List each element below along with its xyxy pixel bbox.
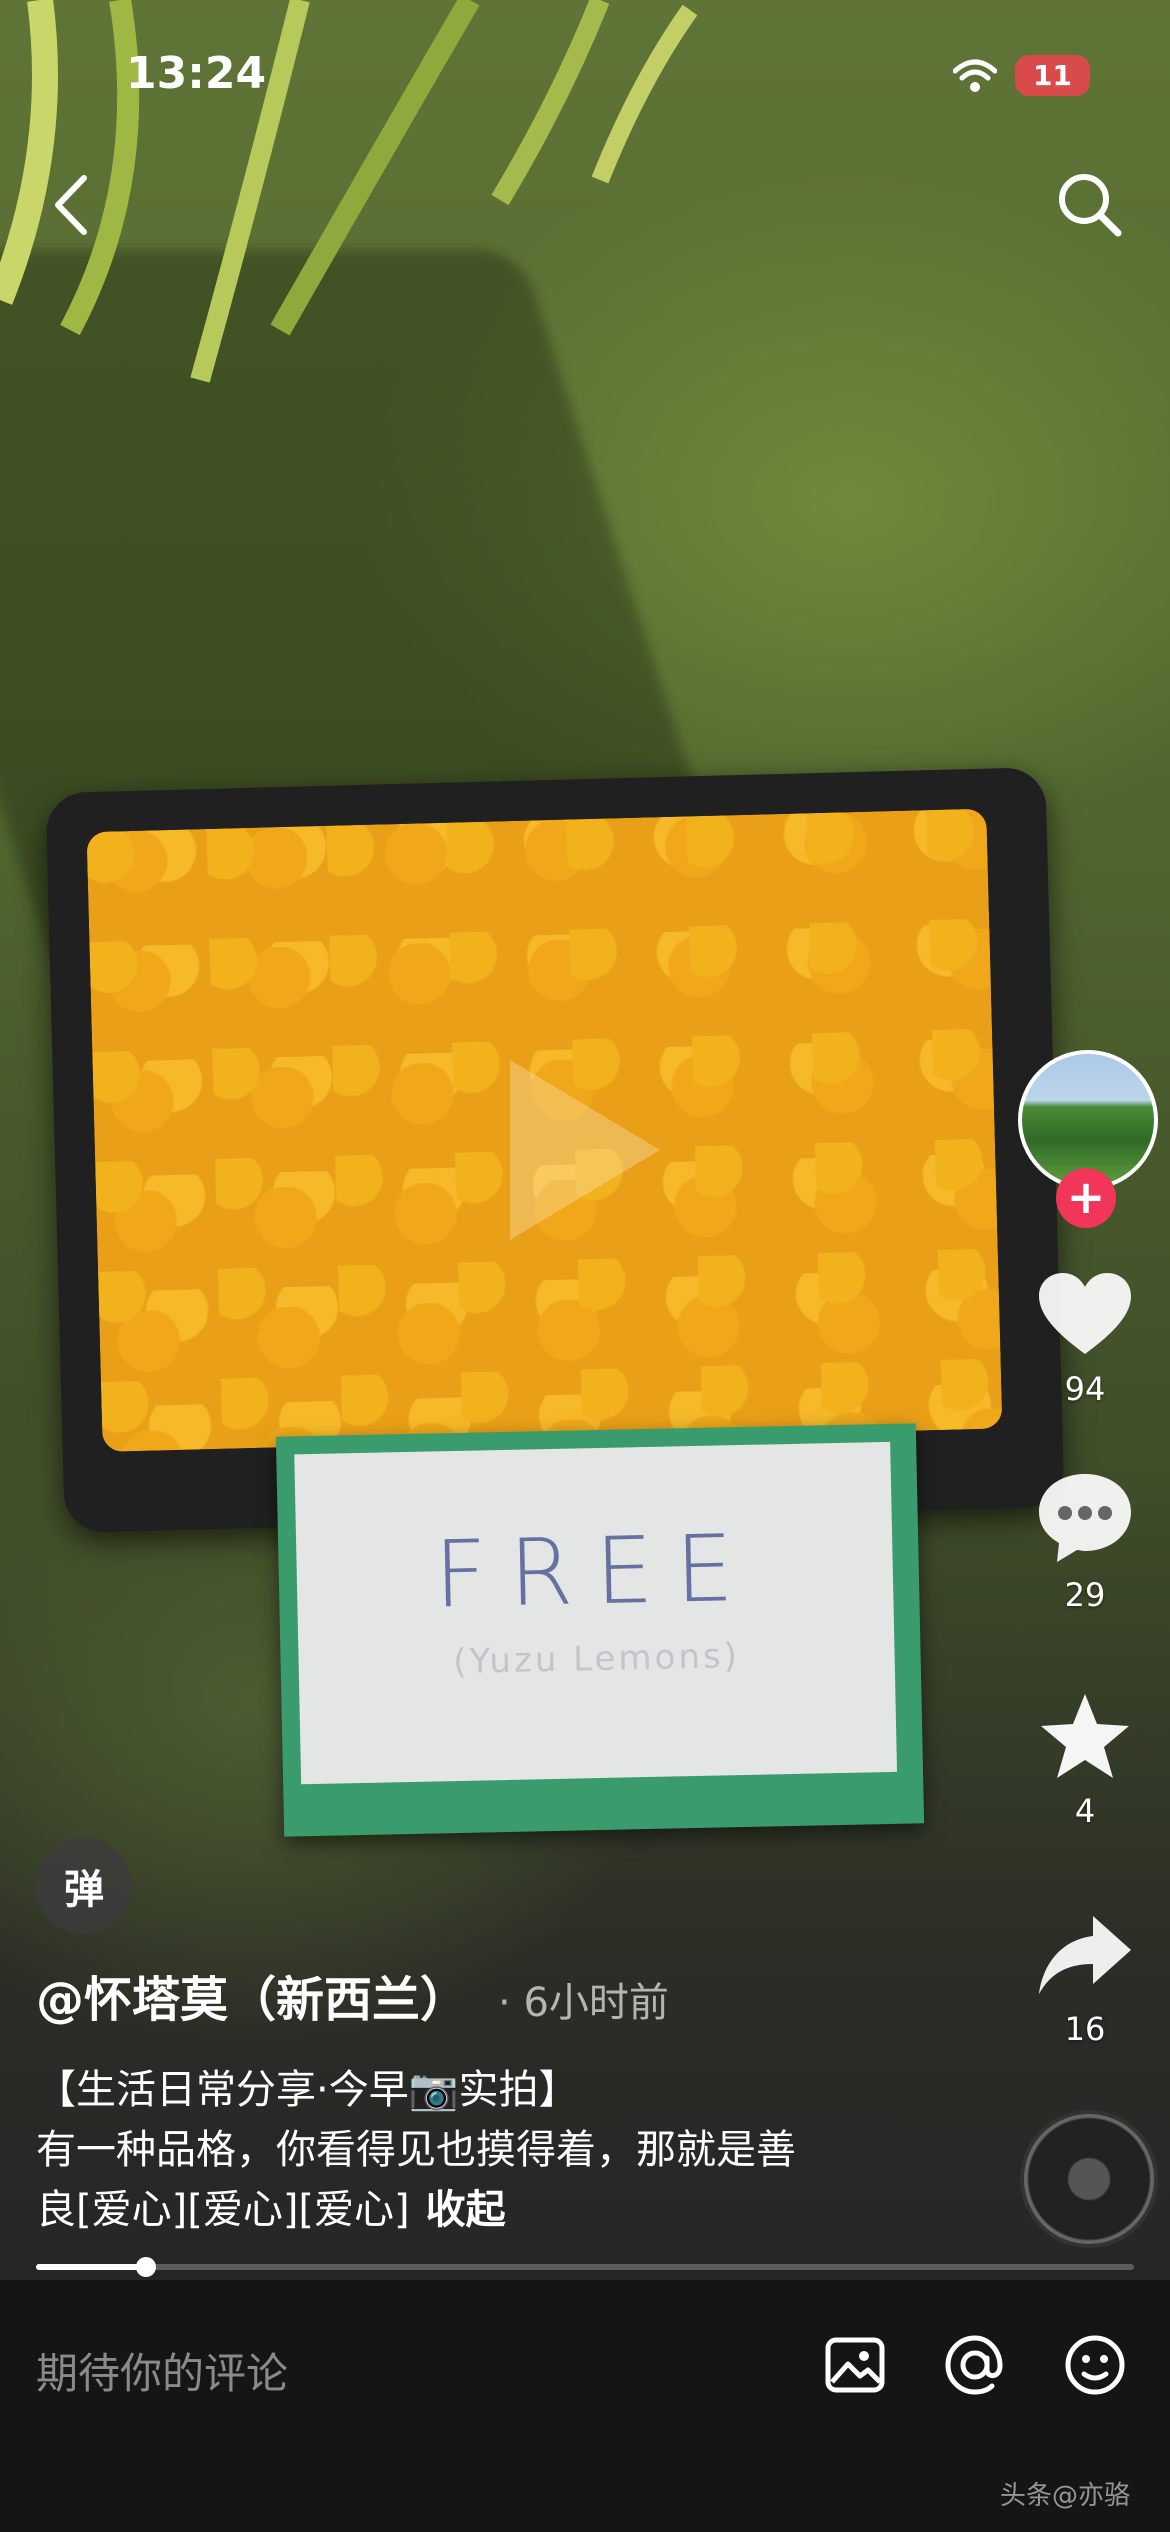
music-disc-icon[interactable] xyxy=(1020,2110,1158,2248)
like-button[interactable]: 94 xyxy=(1000,1270,1170,1408)
status-indicators: 11 xyxy=(953,55,1090,96)
video-progress-fill xyxy=(36,2264,146,2270)
video-progress-handle[interactable] xyxy=(135,2257,156,2277)
image-icon[interactable] xyxy=(820,2330,890,2400)
sign-subtext: (Yuzu Lemons) xyxy=(452,1635,741,1682)
post-time: · 6小时前 xyxy=(498,1980,669,2026)
emoji-icon[interactable] xyxy=(1060,2330,1130,2400)
star-icon xyxy=(1041,1694,1129,1778)
video-progress-bar[interactable] xyxy=(36,2257,1134,2277)
share-arrow-icon xyxy=(1039,1916,1131,1994)
video-frame[interactable]: FREE (Yuzu Lemons) xyxy=(0,0,1170,2280)
danmaku-toggle-button[interactable]: 弹 xyxy=(36,1838,132,1934)
favorite-button[interactable]: 4 xyxy=(1000,1690,1170,1830)
follow-button[interactable]: + xyxy=(1056,1168,1116,1228)
collapse-caption-button[interactable]: 收起 xyxy=(426,2187,506,2233)
search-icon[interactable] xyxy=(1050,165,1130,245)
post-caption: 【生活日常分享·今早📷实拍】 有一种品格，你看得见也摸得着，那就是善 良[爱心]… xyxy=(36,2060,916,2240)
battery-level: 11 xyxy=(1015,55,1090,96)
sign-text: FREE xyxy=(433,1514,757,1628)
caption-line-3: 良[爱心][爱心][爱心] xyxy=(36,2187,410,2233)
at-icon[interactable] xyxy=(940,2330,1010,2400)
share-count: 16 xyxy=(1064,2010,1106,2048)
wifi-icon xyxy=(953,59,998,92)
caption-line-1: 【生活日常分享·今早📷实拍】 xyxy=(36,2067,579,2113)
foliage-decoration xyxy=(0,0,698,383)
chevron-left-icon[interactable] xyxy=(44,170,104,240)
danmaku-label: 弹 xyxy=(64,1867,104,1913)
favorite-count: 4 xyxy=(1074,1792,1096,1830)
comment-bubble-icon xyxy=(1039,1474,1131,1562)
comment-button[interactable]: 29 xyxy=(1000,1470,1170,1614)
free-sign-paper: FREE (Yuzu Lemons) xyxy=(294,1441,898,1785)
author-row: @怀塔莫（新西兰） · 6小时前 xyxy=(36,1960,669,2030)
play-icon[interactable] xyxy=(510,1060,660,1240)
watermark: 头条@亦骆 xyxy=(999,2481,1130,2511)
status-time: 13:24 xyxy=(126,48,267,99)
comment-bar: 期待你的评论 头条@亦骆 xyxy=(0,2280,1170,2532)
comment-input[interactable]: 期待你的评论 xyxy=(36,2340,288,2401)
like-count: 94 xyxy=(1064,1370,1106,1408)
caption-line-2: 有一种品格，你看得见也摸得着，那就是善 xyxy=(36,2127,796,2173)
heart-icon xyxy=(1039,1273,1131,1354)
comment-count: 29 xyxy=(1064,1576,1106,1614)
free-sign-box: FREE (Yuzu Lemons) xyxy=(275,1423,925,1837)
share-button[interactable]: 16 xyxy=(1000,1910,1170,2048)
author-name[interactable]: @怀塔莫（新西兰） xyxy=(36,1960,468,2030)
